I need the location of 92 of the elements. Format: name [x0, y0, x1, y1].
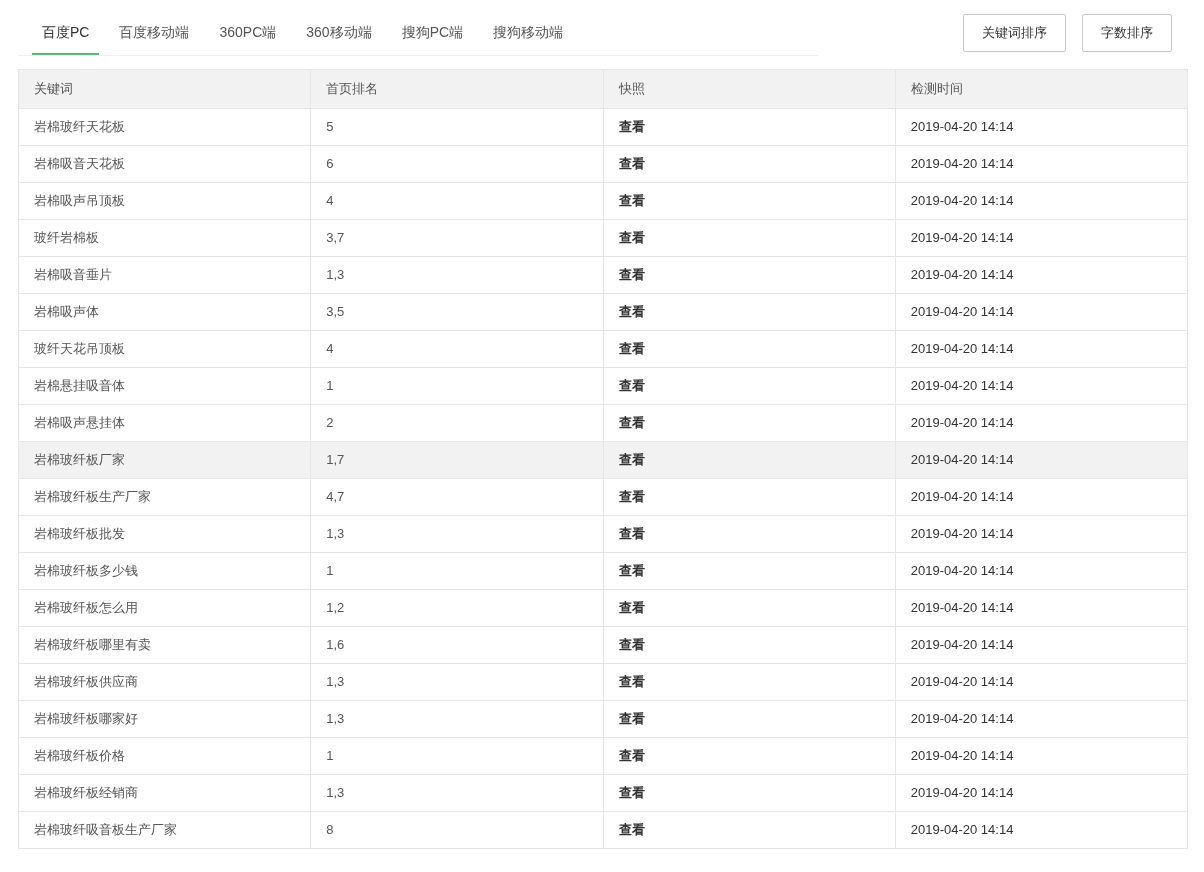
- tab[interactable]: 360PC端: [209, 14, 287, 55]
- table-cell: 1,6: [310, 626, 603, 664]
- table-cell: 2019-04-20 14:14: [895, 774, 1188, 812]
- table-cell: 2019-04-20 14:14: [895, 663, 1188, 701]
- tab[interactable]: 百度PC: [32, 14, 100, 55]
- table-cell: 岩棉玻纤板价格: [18, 737, 311, 775]
- table-cell: 岩棉玻纤板供应商: [18, 663, 311, 701]
- table-cell: 岩棉吸音垂片: [18, 256, 311, 294]
- table-cell: 4: [310, 330, 603, 368]
- tab[interactable]: 搜狗PC端: [391, 14, 474, 55]
- table-cell: 2019-04-20 14:14: [895, 515, 1188, 553]
- column-header: 首页排名: [310, 69, 603, 109]
- table-cell: 岩棉悬挂吸音体: [18, 367, 311, 405]
- snapshot-link[interactable]: 查看: [618, 489, 645, 505]
- table-cell: 1,2: [310, 589, 603, 627]
- snapshot-link[interactable]: 查看: [618, 822, 645, 838]
- snapshot-link[interactable]: 查看: [618, 267, 645, 283]
- sort-button[interactable]: 字数排序: [1082, 14, 1172, 52]
- table-cell: 2019-04-20 14:14: [895, 811, 1188, 849]
- snapshot-link[interactable]: 查看: [618, 156, 645, 172]
- table-cell: 岩棉玻纤板怎么用: [18, 589, 311, 627]
- table-cell: 2019-04-20 14:14: [895, 737, 1188, 775]
- table-cell: 2019-04-20 14:14: [895, 145, 1188, 183]
- table-cell: 2019-04-20 14:14: [895, 441, 1188, 479]
- table-cell: 1: [310, 367, 603, 405]
- snapshot-link[interactable]: 查看: [618, 674, 645, 690]
- column-header: 快照: [603, 69, 896, 109]
- table-cell: 2019-04-20 14:14: [895, 256, 1188, 294]
- table-cell: 6: [310, 145, 603, 183]
- snapshot-link[interactable]: 查看: [618, 711, 645, 727]
- tab[interactable]: 搜狗移动端: [483, 14, 574, 55]
- table-cell: 2019-04-20 14:14: [895, 367, 1188, 405]
- snapshot-link[interactable]: 查看: [618, 341, 645, 357]
- sort-button[interactable]: 关键词排序: [963, 14, 1066, 52]
- table-cell: 8: [310, 811, 603, 849]
- table-cell: 1,7: [310, 441, 603, 479]
- table-cell: 2019-04-20 14:14: [895, 404, 1188, 442]
- snapshot-link[interactable]: 查看: [618, 452, 645, 468]
- table-cell: 5: [310, 108, 603, 146]
- table-cell: 3,7: [310, 219, 603, 257]
- table-cell: 2019-04-20 14:14: [895, 626, 1188, 664]
- table-cell: 2019-04-20 14:14: [895, 330, 1188, 368]
- snapshot-link[interactable]: 查看: [618, 230, 645, 246]
- table-cell: 岩棉玻纤板厂家: [18, 441, 311, 479]
- table-cell: 1: [310, 552, 603, 590]
- table-cell: 岩棉玻纤板生产厂家: [18, 478, 311, 516]
- snapshot-link[interactable]: 查看: [618, 563, 645, 579]
- snapshot-link[interactable]: 查看: [618, 119, 645, 135]
- table-cell: 1,3: [310, 515, 603, 553]
- column-header: 关键词: [18, 69, 311, 109]
- table-cell: 岩棉吸声吊顶板: [18, 182, 311, 220]
- table-cell: 4: [310, 182, 603, 220]
- snapshot-link[interactable]: 查看: [618, 637, 645, 653]
- table-cell: 岩棉玻纤板批发: [18, 515, 311, 553]
- table-cell: 2: [310, 404, 603, 442]
- table-cell: 岩棉玻纤板经销商: [18, 774, 311, 812]
- snapshot-link[interactable]: 查看: [618, 785, 645, 801]
- tab[interactable]: 百度移动端: [109, 14, 200, 55]
- table-cell: 岩棉玻纤板哪里有卖: [18, 626, 311, 664]
- table-cell: 岩棉吸声体: [18, 293, 311, 331]
- table-cell: 2019-04-20 14:14: [895, 552, 1188, 590]
- table-cell: 岩棉玻纤天花板: [18, 108, 311, 146]
- table-cell: 岩棉玻纤板哪家好: [18, 700, 311, 738]
- table-cell: 1: [310, 737, 603, 775]
- table-cell: 2019-04-20 14:14: [895, 700, 1188, 738]
- table-cell: 岩棉玻纤板多少钱: [18, 552, 311, 590]
- column-header: 检测时间: [895, 69, 1188, 109]
- table-cell: 2019-04-20 14:14: [895, 293, 1188, 331]
- table-cell: 2019-04-20 14:14: [895, 182, 1188, 220]
- table-cell: 岩棉吸声悬挂体: [18, 404, 311, 442]
- table-cell: 2019-04-20 14:14: [895, 219, 1188, 257]
- table-cell: 玻纤岩棉板: [18, 219, 311, 257]
- table-cell: 1,3: [310, 774, 603, 812]
- snapshot-link[interactable]: 查看: [618, 415, 645, 431]
- snapshot-link[interactable]: 查看: [618, 304, 645, 320]
- table-cell: 1,3: [310, 256, 603, 294]
- table-cell: 1,3: [310, 663, 603, 701]
- table-cell: 1,3: [310, 700, 603, 738]
- tab[interactable]: 360移动端: [296, 14, 382, 55]
- table-cell: 玻纤天花吊顶板: [18, 330, 311, 368]
- snapshot-link[interactable]: 查看: [618, 600, 645, 616]
- snapshot-link[interactable]: 查看: [618, 378, 645, 394]
- table-cell: 4,7: [310, 478, 603, 516]
- table-cell: 2019-04-20 14:14: [895, 108, 1188, 146]
- snapshot-link[interactable]: 查看: [618, 526, 645, 542]
- snapshot-link[interactable]: 查看: [618, 748, 645, 764]
- table-cell: 2019-04-20 14:14: [895, 478, 1188, 516]
- snapshot-link[interactable]: 查看: [618, 193, 645, 209]
- table-cell: 岩棉玻纤吸音板生产厂家: [18, 811, 311, 849]
- table-cell: 3,5: [310, 293, 603, 331]
- table-cell: 岩棉吸音天花板: [18, 145, 311, 183]
- table-cell: 2019-04-20 14:14: [895, 589, 1188, 627]
